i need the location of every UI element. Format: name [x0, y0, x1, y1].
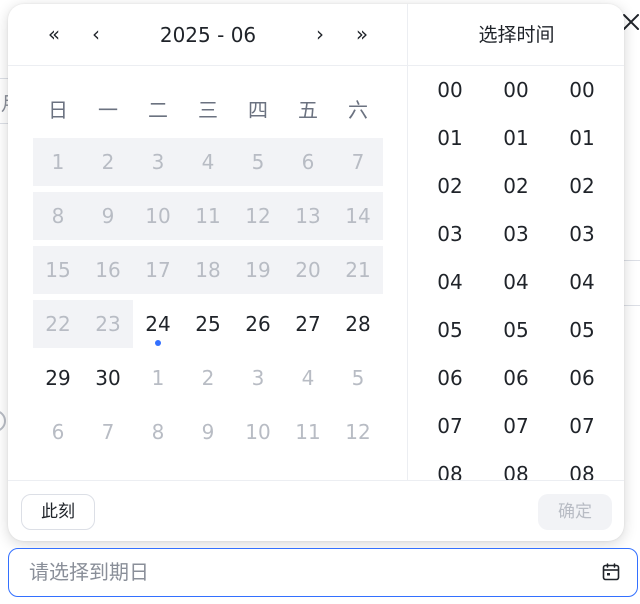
second-option[interactable]: 08: [552, 450, 612, 480]
second-option[interactable]: 07: [552, 402, 612, 450]
calendar-panel: « ‹ 2025 - 06 › » 日 一 二 三 四 五 六 12345678…: [8, 4, 408, 480]
day-cell: 15: [33, 246, 83, 294]
second-option[interactable]: 03: [552, 210, 612, 258]
minute-option[interactable]: 02: [486, 162, 546, 210]
time-columns: 00 01 02 03 04 05 06 07 08 00 01 02 03 04 05 06 07 08 00…: [408, 66, 624, 480]
day-cell: 3: [133, 138, 183, 186]
second-option[interactable]: 00: [552, 66, 612, 114]
day-cell: 10: [133, 192, 183, 240]
day-cell: 4: [183, 138, 233, 186]
day-cell-today[interactable]: 24: [133, 300, 183, 348]
weekday-label: 二: [148, 98, 168, 122]
second-option[interactable]: 06: [552, 354, 612, 402]
day-grid: 1 2 3 4 5 6 7 8 9 10 11 12 13 14 15 16 17 18 19 20 21 22 23 24 2…: [33, 138, 383, 462]
weekday-label: 一: [98, 98, 118, 122]
day-cell: 22: [33, 300, 83, 348]
due-date-input[interactable]: 请选择到期日: [8, 548, 638, 597]
hour-option[interactable]: 03: [420, 210, 480, 258]
minute-option[interactable]: 00: [486, 66, 546, 114]
day-cell[interactable]: 6: [33, 408, 83, 456]
day-cell: 11: [183, 192, 233, 240]
day-cell: 1: [33, 138, 83, 186]
calendar-title: 2025 - 06: [159, 23, 257, 47]
time-panel-title: 选择时间: [408, 4, 624, 66]
day-cell[interactable]: 8: [133, 408, 183, 456]
minute-option[interactable]: 01: [486, 114, 546, 162]
now-button[interactable]: 此刻: [21, 494, 95, 530]
picker-footer: 此刻 确定: [8, 480, 624, 541]
weekday-label: 日: [48, 98, 68, 122]
day-cell: 5: [233, 138, 283, 186]
hour-option[interactable]: 01: [420, 114, 480, 162]
hour-option[interactable]: 02: [420, 162, 480, 210]
day-cell: 8: [33, 192, 83, 240]
prev-month-button[interactable]: ‹: [82, 20, 110, 48]
next-month-button[interactable]: ›: [306, 20, 334, 48]
day-cell: 13: [283, 192, 333, 240]
time-panel: 选择时间 00 01 02 03 04 05 06 07 08 00 01 02 03 04 05 06 07…: [407, 4, 624, 480]
day-cell[interactable]: 29: [33, 354, 83, 402]
day-cell[interactable]: 26: [233, 300, 283, 348]
hour-option[interactable]: 07: [420, 402, 480, 450]
day-cell[interactable]: 30: [83, 354, 133, 402]
day-cell[interactable]: 7: [83, 408, 133, 456]
minute-option[interactable]: 06: [486, 354, 546, 402]
day-cell[interactable]: 1: [133, 354, 183, 402]
background-radio: [0, 410, 6, 432]
day-cell: 9: [83, 192, 133, 240]
hour-option[interactable]: 05: [420, 306, 480, 354]
second-option[interactable]: 02: [552, 162, 612, 210]
day-cell[interactable]: 2: [183, 354, 233, 402]
day-cell: 2: [83, 138, 133, 186]
prev-year-button[interactable]: «: [40, 20, 68, 48]
day-cell: 17: [133, 246, 183, 294]
hour-option[interactable]: 04: [420, 258, 480, 306]
minute-option[interactable]: 07: [486, 402, 546, 450]
hour-option[interactable]: 08: [420, 450, 480, 480]
minute-option[interactable]: 08: [486, 450, 546, 480]
minute-option[interactable]: 03: [486, 210, 546, 258]
day-cell[interactable]: 11: [283, 408, 333, 456]
minute-option[interactable]: 04: [486, 258, 546, 306]
second-option[interactable]: 05: [552, 306, 612, 354]
weekday-label: 四: [248, 98, 268, 122]
calendar-icon[interactable]: [602, 563, 620, 581]
day-cell: 16: [83, 246, 133, 294]
due-date-placeholder: 请选择到期日: [29, 560, 149, 584]
datetime-picker-popup: « ‹ 2025 - 06 › » 日 一 二 三 四 五 六 12345678…: [8, 4, 624, 541]
weekday-label: 六: [348, 98, 368, 122]
day-cell: 23: [83, 300, 133, 348]
weekday-row: 日 一 二 三 四 五 六: [33, 88, 383, 132]
next-year-button[interactable]: »: [348, 20, 376, 48]
day-cell[interactable]: 12: [333, 408, 383, 456]
second-option[interactable]: 01: [552, 114, 612, 162]
day-cell: 7: [333, 138, 383, 186]
day-cell: 19: [233, 246, 283, 294]
day-cell[interactable]: 4: [283, 354, 333, 402]
day-cell: 20: [283, 246, 333, 294]
day-cell: 14: [333, 192, 383, 240]
minute-option[interactable]: 05: [486, 306, 546, 354]
day-cell[interactable]: 25: [183, 300, 233, 348]
day-cell[interactable]: 3: [233, 354, 283, 402]
day-cell: 21: [333, 246, 383, 294]
day-cell[interactable]: 10: [233, 408, 283, 456]
today-indicator: [155, 340, 161, 346]
hour-option[interactable]: 06: [420, 354, 480, 402]
day-cell[interactable]: 5: [333, 354, 383, 402]
calendar-header: « ‹ 2025 - 06 › »: [8, 4, 408, 66]
second-option[interactable]: 04: [552, 258, 612, 306]
confirm-button[interactable]: 确定: [538, 494, 612, 530]
day-cell[interactable]: 27: [283, 300, 333, 348]
day-cell: 12: [233, 192, 283, 240]
day-cell: 18: [183, 246, 233, 294]
day-cell: 6: [283, 138, 333, 186]
day-cell[interactable]: 9: [183, 408, 233, 456]
hour-option[interactable]: 00: [420, 66, 480, 114]
day-cell[interactable]: 28: [333, 300, 383, 348]
weekday-label: 五: [298, 98, 318, 122]
weekday-label: 三: [198, 98, 218, 122]
